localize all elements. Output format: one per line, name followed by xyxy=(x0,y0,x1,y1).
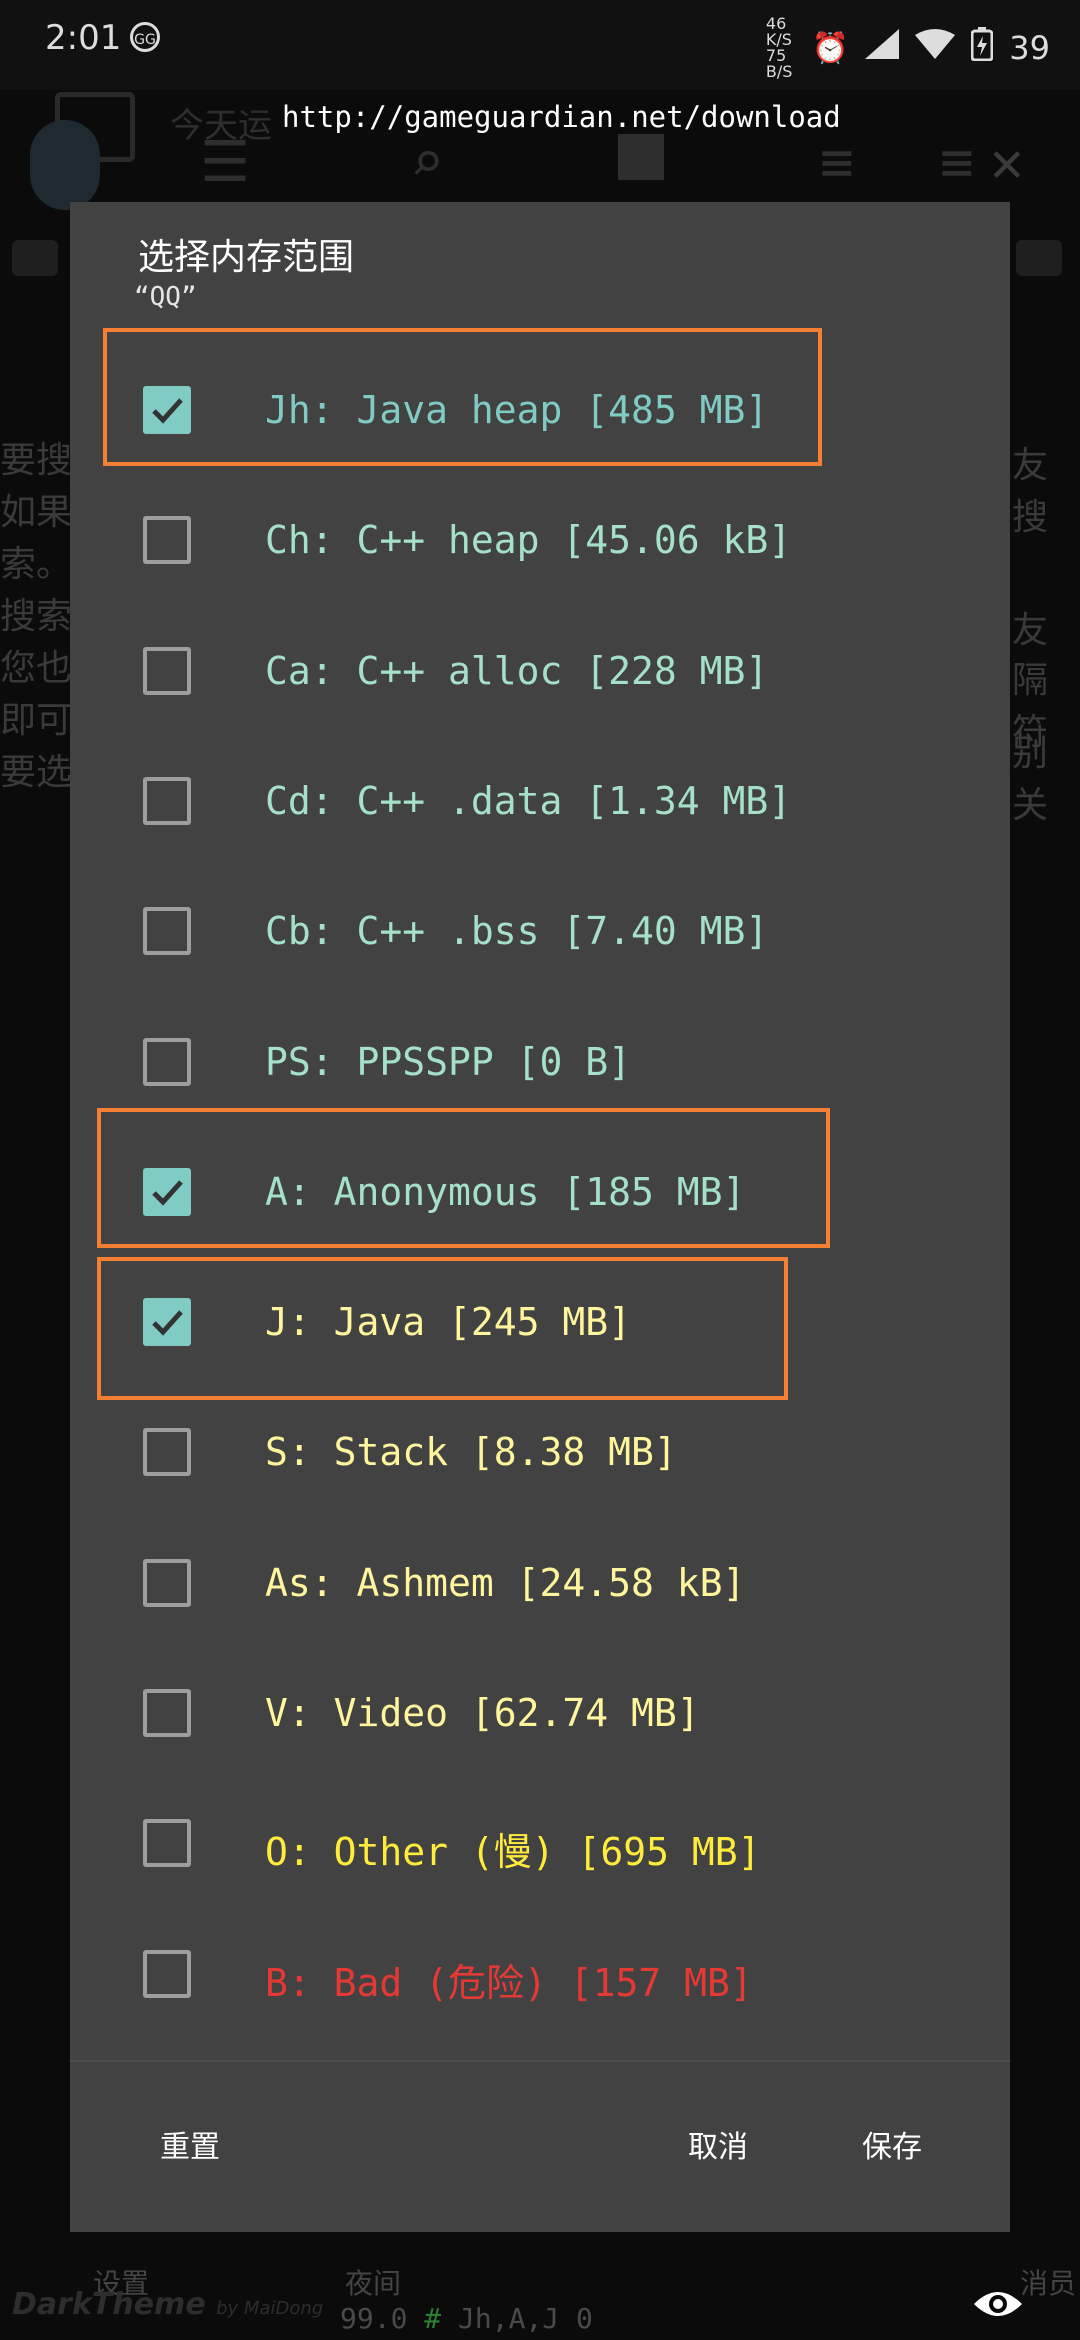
memory-range-row[interactable]: Cb: C++ .bss [7.40 MB] xyxy=(70,875,1010,985)
highlight-box xyxy=(97,1257,788,1400)
search-icon[interactable]: ⌕ xyxy=(410,130,444,195)
refresh-icon[interactable] xyxy=(1016,240,1062,276)
menu-icon[interactable]: ≡ xyxy=(940,130,974,195)
save-button[interactable]: 保存 xyxy=(862,2122,922,2166)
bg-line: 索。 xyxy=(0,544,73,585)
list-icon[interactable]: ≡ xyxy=(820,130,854,195)
checkbox-unchecked[interactable] xyxy=(143,1037,191,1086)
checkbox-unchecked[interactable] xyxy=(143,1428,191,1477)
checkbox-unchecked[interactable] xyxy=(143,1949,191,1998)
search-status-line: 99.0 # Jh,A,J 0 xyxy=(340,2302,593,2335)
background-right-text: 友 搜 xyxy=(1012,440,1048,544)
bg-line: 即可 xyxy=(0,700,73,741)
memory-range-label: V: Video [62.74 MB] xyxy=(265,1691,700,1735)
bg-line: 如果 xyxy=(0,492,73,533)
eye-icon[interactable] xyxy=(972,2288,1024,2320)
checkbox-unchecked[interactable] xyxy=(143,1558,191,1607)
checkbox-unchecked[interactable] xyxy=(143,646,191,695)
memory-range-row[interactable]: S: Stack [8.38 MB] xyxy=(70,1396,1010,1506)
pause-icon[interactable] xyxy=(12,240,58,276)
memory-range-row[interactable]: O: Other (慢) [695 MB] xyxy=(70,1787,1010,1897)
memory-range-label: Cb: C++ .bss [7.40 MB] xyxy=(265,909,769,954)
memory-range-row[interactable]: B: Bad (危险) [157 MB] xyxy=(70,1918,1010,2028)
memory-range-label: S: Stack [8.38 MB] xyxy=(265,1430,677,1475)
battery-icon xyxy=(970,27,994,69)
theme-author: by MaiDong xyxy=(216,2298,324,2319)
close-icon[interactable]: ✕ xyxy=(990,130,1024,195)
status-bar: 2:01 GG 46 K/S 75 B/S ⏰ 39 xyxy=(0,0,1080,90)
dialog-title: 选择内存范围 xyxy=(138,237,355,278)
memory-range-label: Ca: C++ alloc [228 MB] xyxy=(265,648,769,693)
reset-button[interactable]: 重置 xyxy=(160,2122,220,2166)
theme-name: DarkTheme xyxy=(12,2287,206,2322)
status-ranges: Jh,A,J 0 xyxy=(458,2302,593,2335)
bg-fragment: 友 xyxy=(1012,445,1049,486)
gameguardian-notification-icon: GG xyxy=(130,22,160,52)
clock: 2:01 xyxy=(45,18,122,58)
wifi-icon xyxy=(915,29,956,67)
checkbox-unchecked[interactable] xyxy=(143,1689,191,1737)
bg-line: 要选 xyxy=(0,752,73,793)
status-hash: # xyxy=(424,2302,442,2335)
checkbox-unchecked[interactable] xyxy=(143,776,191,825)
save-icon[interactable] xyxy=(618,134,664,180)
bg-fragment: 友 xyxy=(1012,610,1049,651)
memory-range-label: O: Other (慢) [695 MB] xyxy=(265,1830,761,1875)
memory-range-row[interactable]: Cd: C++ .data [1.34 MB] xyxy=(70,745,1010,855)
dialog-divider xyxy=(70,2060,1010,2062)
memory-range-label: Cd: C++ .data [1.34 MB] xyxy=(265,778,792,823)
memory-range-label: As: Ashmem [24.58 kB] xyxy=(265,1560,746,1605)
highlight-box xyxy=(103,328,822,466)
filter-icon[interactable]: ☰ xyxy=(200,130,250,195)
memory-range-row[interactable]: As: Ashmem [24.58 kB] xyxy=(70,1527,1010,1637)
net-speed-indicator: 46 K/S 75 B/S xyxy=(766,16,796,80)
memory-range-row[interactable]: Ca: C++ alloc [228 MB] xyxy=(70,615,1010,725)
highlight-box xyxy=(97,1108,830,1248)
memory-range-row[interactable]: V: Video [62.74 MB] xyxy=(70,1657,1010,1767)
checkbox-unchecked[interactable] xyxy=(143,516,191,565)
close-label[interactable]: 消员 xyxy=(1020,2262,1076,2302)
memory-range-label: PS: PPSSPP [0 B] xyxy=(265,1039,632,1084)
memory-range-label: B: Bad (危险) [157 MB] xyxy=(265,1960,753,2005)
bg-fragment: 搜 xyxy=(1012,497,1049,538)
dialog-subtitle: “QQ” xyxy=(134,282,197,312)
background-help-text: 要搜 如果 索。 搜索 您也 即可 要选 xyxy=(0,435,72,799)
theme-label: DarkTheme by MaiDong xyxy=(12,2287,323,2322)
status-value: 99.0 xyxy=(340,2302,408,2335)
net-speed-top: 46 K/S xyxy=(765,14,792,49)
memory-range-label: Ch: C++ heap [45.06 kB] xyxy=(265,518,792,563)
download-url: http://gameguardian.net/download xyxy=(282,100,841,134)
status-icons: 46 K/S 75 B/S ⏰ 39 xyxy=(766,16,1050,80)
signal-icon xyxy=(865,29,900,67)
memory-range-row[interactable]: PS: PPSSPP [0 B] xyxy=(70,1006,1010,1116)
bg-line: 搜索 xyxy=(0,596,73,637)
bg-line: 要搜 xyxy=(0,440,73,481)
bg-fragment: 别关 xyxy=(1012,733,1049,826)
checkbox-unchecked[interactable] xyxy=(143,1819,191,1868)
net-speed-bottom: 75 B/S xyxy=(765,46,793,81)
cancel-button[interactable]: 取消 xyxy=(688,2122,748,2166)
bg-line: 您也 xyxy=(0,648,73,689)
checkbox-unchecked[interactable] xyxy=(143,907,191,956)
app-avatar xyxy=(30,120,100,210)
alarm-icon: ⏰ xyxy=(811,30,850,66)
battery-level: 39 xyxy=(1009,29,1050,67)
night-mode-label[interactable]: 夜间 xyxy=(345,2262,401,2302)
memory-range-row[interactable]: Ch: C++ heap [45.06 kB] xyxy=(70,484,1010,594)
